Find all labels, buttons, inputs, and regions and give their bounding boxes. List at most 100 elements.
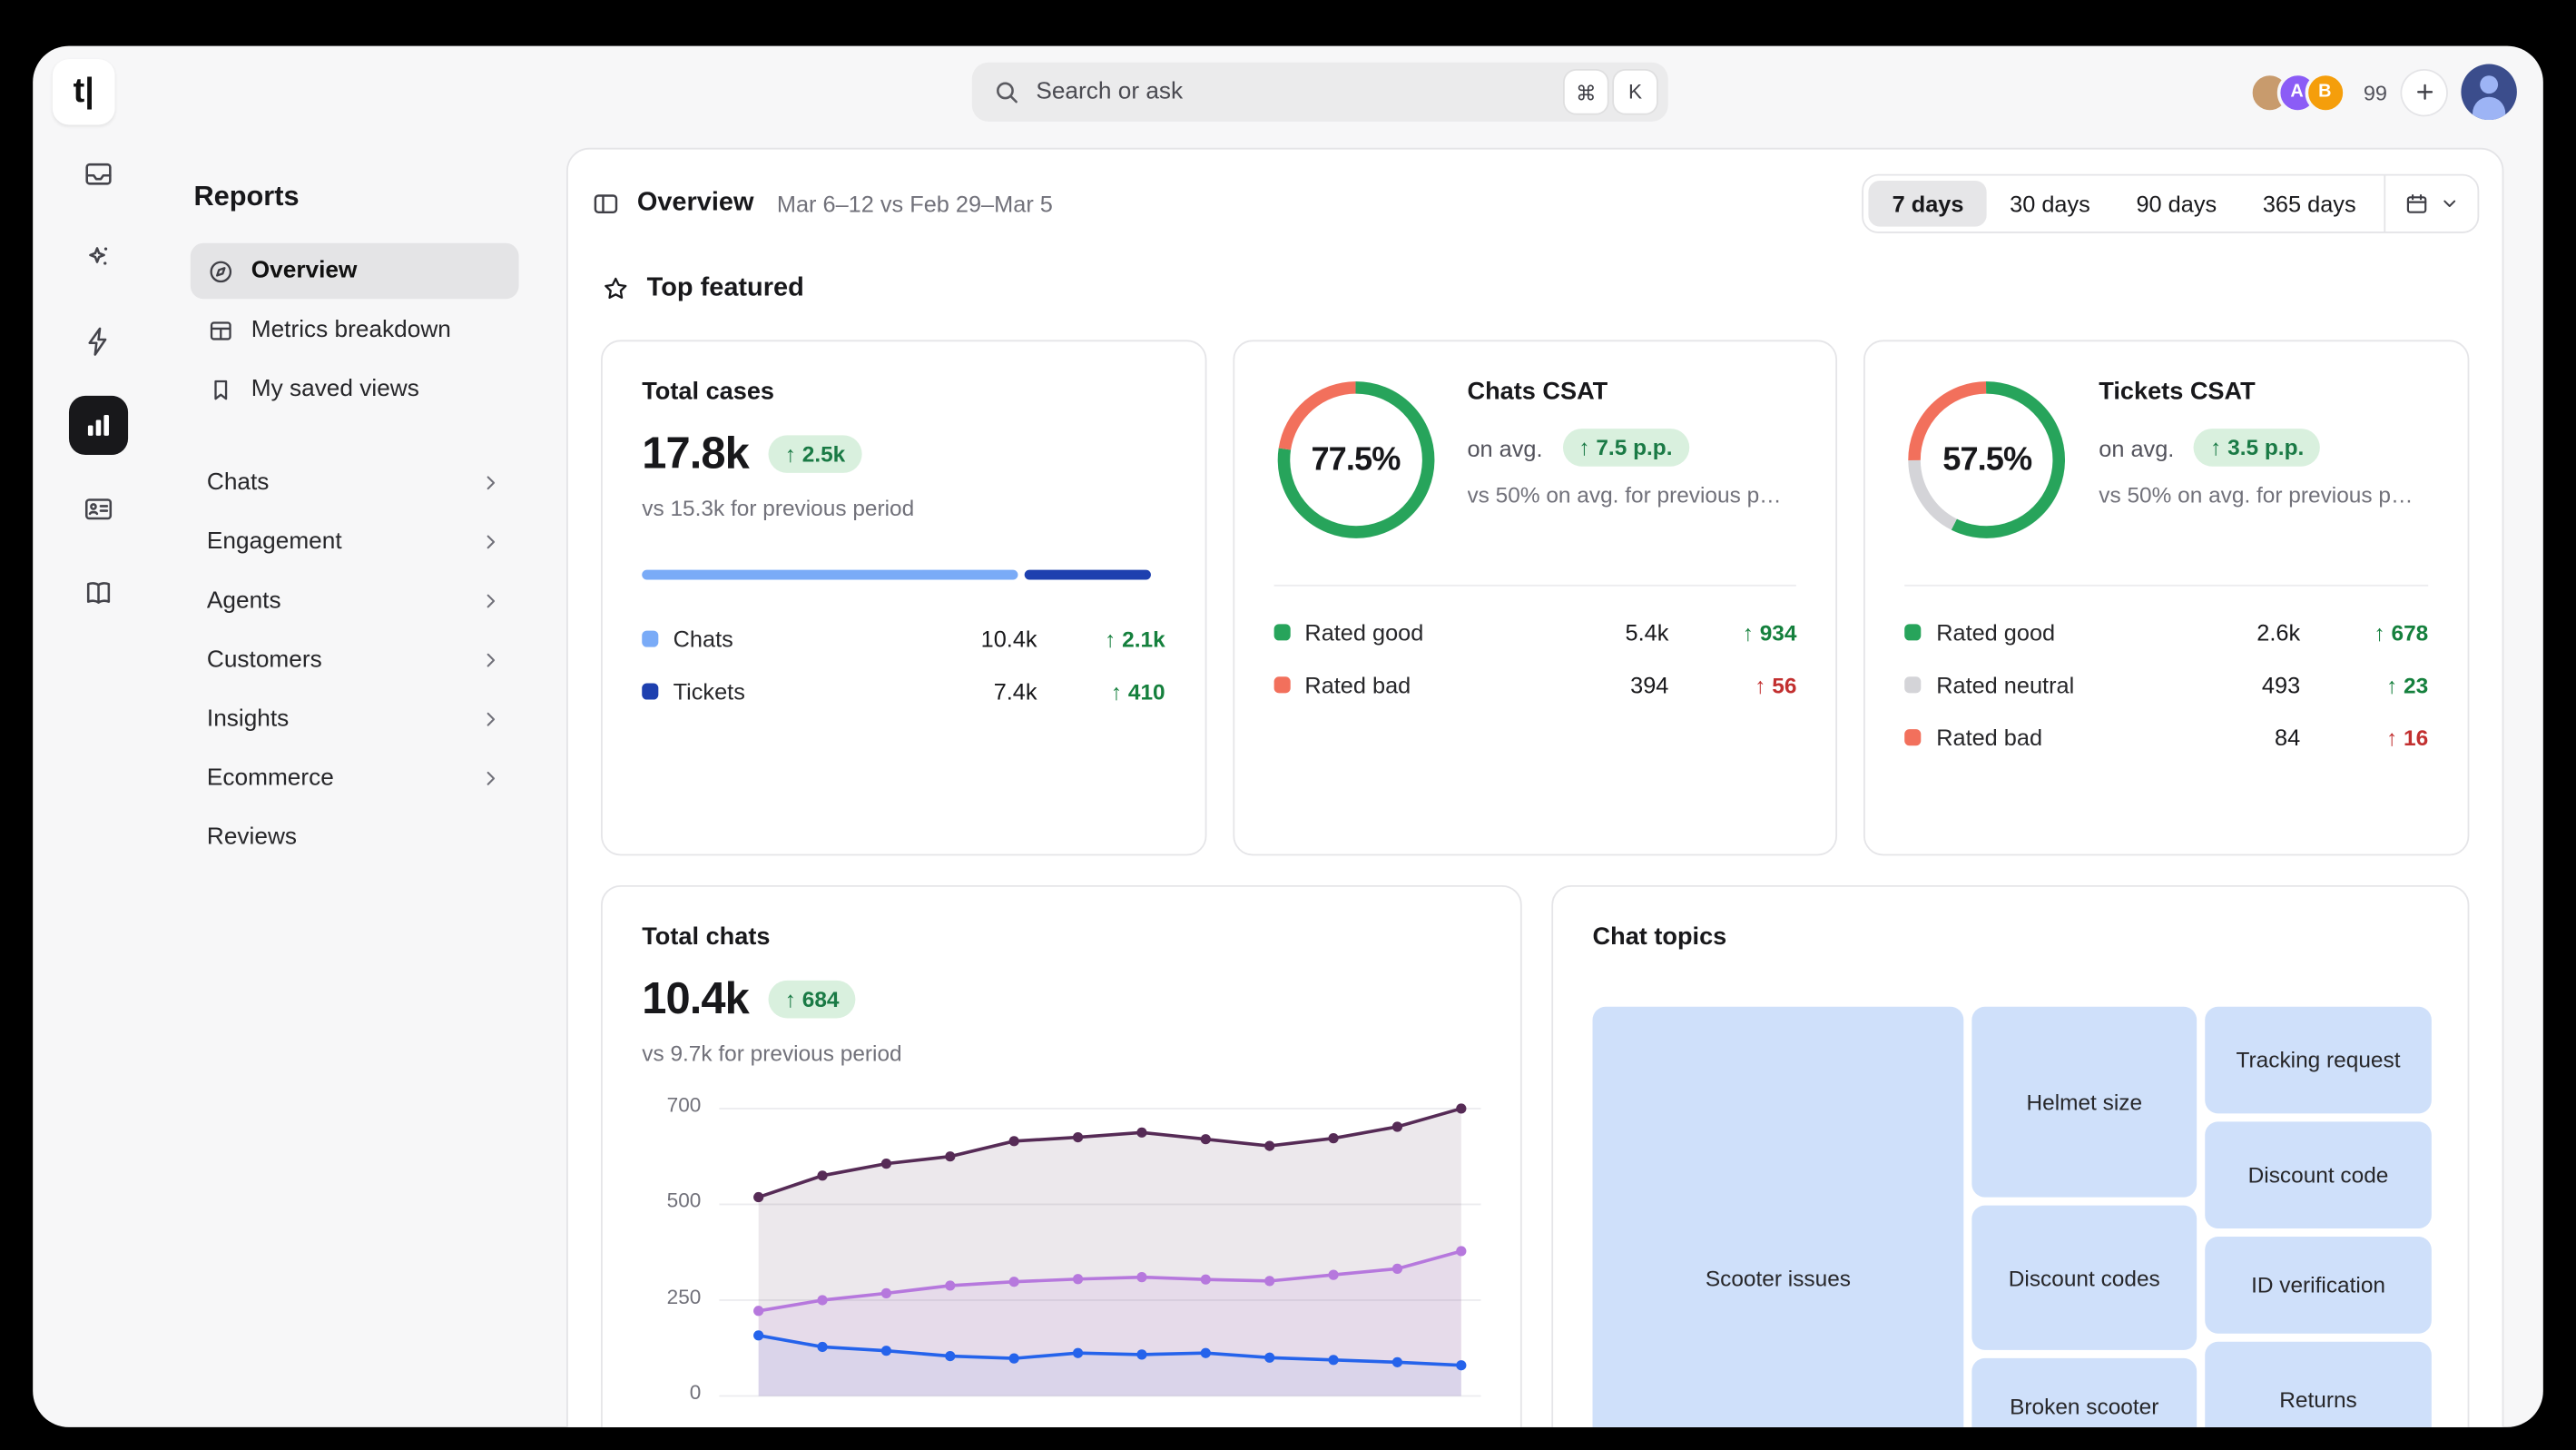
- chevron-right-icon: [479, 471, 502, 494]
- chevron-right-icon: [479, 530, 502, 553]
- avatar: B: [2305, 72, 2345, 113]
- app-logo[interactable]: t|: [53, 59, 115, 124]
- sidebar-item-my-saved-views[interactable]: My saved views: [191, 361, 519, 417]
- chats-csat-card: 77.5% Chats CSAT on avg. ↑ 7.5 p.p. vs 5…: [1233, 340, 1838, 855]
- legend-label: Chats: [673, 626, 733, 652]
- total-chats-card: Total chats 10.4k ↑ 684 vs 9.7k for prev…: [601, 885, 1522, 1427]
- sidebar-section-customers[interactable]: Customers: [191, 631, 519, 690]
- legend-swatch: [642, 683, 658, 699]
- panel-header: Overview Mar 6–12 vs Feb 29–Mar 5 7 days…: [591, 176, 2479, 232]
- sidebar-section-ecommerce[interactable]: Ecommerce: [191, 749, 519, 808]
- treemap-block-scooter-issues[interactable]: Scooter issues: [1593, 1007, 1964, 1427]
- treemap-block-id-verification[interactable]: ID verification: [2205, 1237, 2432, 1334]
- legend-swatch: [642, 631, 658, 647]
- rated-neutral-row: Rated neutral 493 ↑ 23: [1905, 658, 2428, 711]
- legend-delta: ↑ 678: [2300, 620, 2428, 645]
- treemap-block-discount-code[interactable]: Discount code: [2205, 1121, 2432, 1228]
- sidebar-item-label: Overview: [251, 258, 358, 284]
- treemap-block-discount-codes[interactable]: Discount codes: [1971, 1206, 2197, 1350]
- treemap-block-broken-scooter[interactable]: Broken scooter: [1971, 1358, 2197, 1427]
- teammate-avatars[interactable]: A B: [2248, 72, 2345, 113]
- calendar-icon: [2404, 191, 2430, 217]
- grid-icon: [207, 316, 235, 344]
- sidebar-item-label: Metrics breakdown: [251, 317, 451, 343]
- legend-delta: ↑ 56: [1668, 673, 1796, 697]
- sidebar-section-engagement[interactable]: Engagement: [191, 512, 519, 571]
- rail-automation-button[interactable]: [69, 228, 128, 287]
- legend-delta: ↑ 2.1k: [1037, 626, 1165, 651]
- inbox-icon: [82, 158, 114, 191]
- treemap-block-returns[interactable]: Returns: [2205, 1342, 2432, 1427]
- csat-percentage: 77.5%: [1273, 378, 1438, 542]
- top-featured-header: Top featured: [601, 274, 2469, 304]
- add-button[interactable]: [2402, 70, 2446, 114]
- legend-delta: ↑ 16: [2300, 725, 2428, 750]
- rail-inbox-button[interactable]: [69, 144, 128, 203]
- k-key-hint: K: [1614, 71, 1657, 113]
- chat-topics-card: Chat topics Scooter issues Helmet size D…: [1551, 885, 2469, 1427]
- legend-label: Rated neutral: [1936, 672, 2074, 698]
- date-range-control: 7 days 30 days 90 days 365 days: [1863, 174, 2479, 233]
- card-title: Total chats: [642, 923, 1480, 952]
- y-axis-tick: 700: [667, 1094, 702, 1117]
- chevron-right-icon: [479, 648, 502, 671]
- search-input[interactable]: [1036, 79, 1558, 105]
- delta-badge: ↑ 7.5 p.p.: [1562, 429, 1688, 467]
- automation-icon: [82, 242, 114, 274]
- book-icon: [82, 577, 114, 609]
- range-90-days[interactable]: 90 days: [2113, 181, 2239, 227]
- legend-value: 84: [2186, 725, 2301, 751]
- sidebar-toggle-icon[interactable]: [591, 189, 621, 219]
- rail-contacts-button[interactable]: [69, 479, 128, 538]
- sidebar-section-agents[interactable]: Agents: [191, 571, 519, 630]
- tickets-csat-donut: 57.5%: [1905, 378, 2070, 542]
- rail-reports-button[interactable]: [69, 396, 128, 455]
- y-axis-tick: 0: [690, 1381, 702, 1404]
- search-bar[interactable]: ⌘ K: [972, 63, 1668, 122]
- range-7-days[interactable]: 7 days: [1869, 181, 1986, 227]
- total-cases-card: Total cases 17.8k ↑ 2.5k vs 15.3k for pr…: [601, 340, 1206, 855]
- screen-frame: t| ⌘ K A B 99: [0, 0, 2576, 1450]
- line-chart: [719, 1095, 1480, 1407]
- legend-row-tickets: Tickets 7.4k ↑ 410: [642, 666, 1165, 718]
- range-365-days[interactable]: 365 days: [2240, 181, 2379, 227]
- tickets-csat-card: 57.5% Tickets CSAT on avg. ↑ 3.5 p.p. vs…: [1864, 340, 2470, 855]
- sidebar-item-metrics-breakdown[interactable]: Metrics breakdown: [191, 302, 519, 358]
- range-30-days[interactable]: 30 days: [1987, 181, 2113, 227]
- csat-percentage: 57.5%: [1905, 378, 2070, 542]
- section-label: Insights: [207, 706, 289, 733]
- icon-rail: [33, 138, 164, 1427]
- treemap-block-tracking-request[interactable]: Tracking request: [2205, 1007, 2432, 1114]
- legend-swatch: [1905, 729, 1922, 745]
- total-cases-value: 17.8k: [642, 429, 749, 479]
- search-icon: [992, 77, 1022, 107]
- card-title: Chats CSAT: [1467, 378, 1796, 406]
- legend-swatch: [1273, 676, 1290, 693]
- date-range-label: Mar 6–12 vs Feb 29–Mar 5: [777, 191, 1053, 217]
- section-label: Ecommerce: [207, 765, 334, 792]
- sidebar-section-insights[interactable]: Insights: [191, 690, 519, 749]
- legend-value: 394: [1554, 672, 1669, 698]
- delta-badge: ↑ 3.5 p.p.: [2194, 429, 2320, 467]
- calendar-button[interactable]: [2385, 191, 2477, 217]
- legend-swatch: [1905, 676, 1922, 693]
- section-label: Customers: [207, 647, 322, 674]
- user-avatar[interactable]: [2461, 64, 2516, 120]
- legend-label: Rated bad: [1936, 725, 2042, 751]
- delta-badge: ↑ 684: [769, 981, 856, 1019]
- treemap-block-helmet-size[interactable]: Helmet size: [1971, 1007, 2197, 1198]
- legend-delta: ↑ 23: [2300, 673, 2428, 697]
- rail-knowledge-button[interactable]: [69, 563, 128, 622]
- sidebar-section-reviews[interactable]: Reviews: [191, 808, 519, 867]
- card-title: Chat topics: [1593, 923, 2429, 952]
- cmd-key-hint: ⌘: [1565, 71, 1608, 113]
- legend-label: Tickets: [673, 678, 745, 705]
- sidebar-section-chats[interactable]: Chats: [191, 453, 519, 512]
- section-label: Reviews: [207, 824, 297, 851]
- sidebar-item-overview[interactable]: Overview: [191, 243, 519, 299]
- rail-bolt-button[interactable]: [69, 312, 128, 371]
- legend-swatch: [1905, 624, 1922, 640]
- total-chats-value: 10.4k: [642, 974, 749, 1025]
- chevron-down-icon: [2440, 193, 2460, 213]
- chevron-right-icon: [479, 589, 502, 612]
